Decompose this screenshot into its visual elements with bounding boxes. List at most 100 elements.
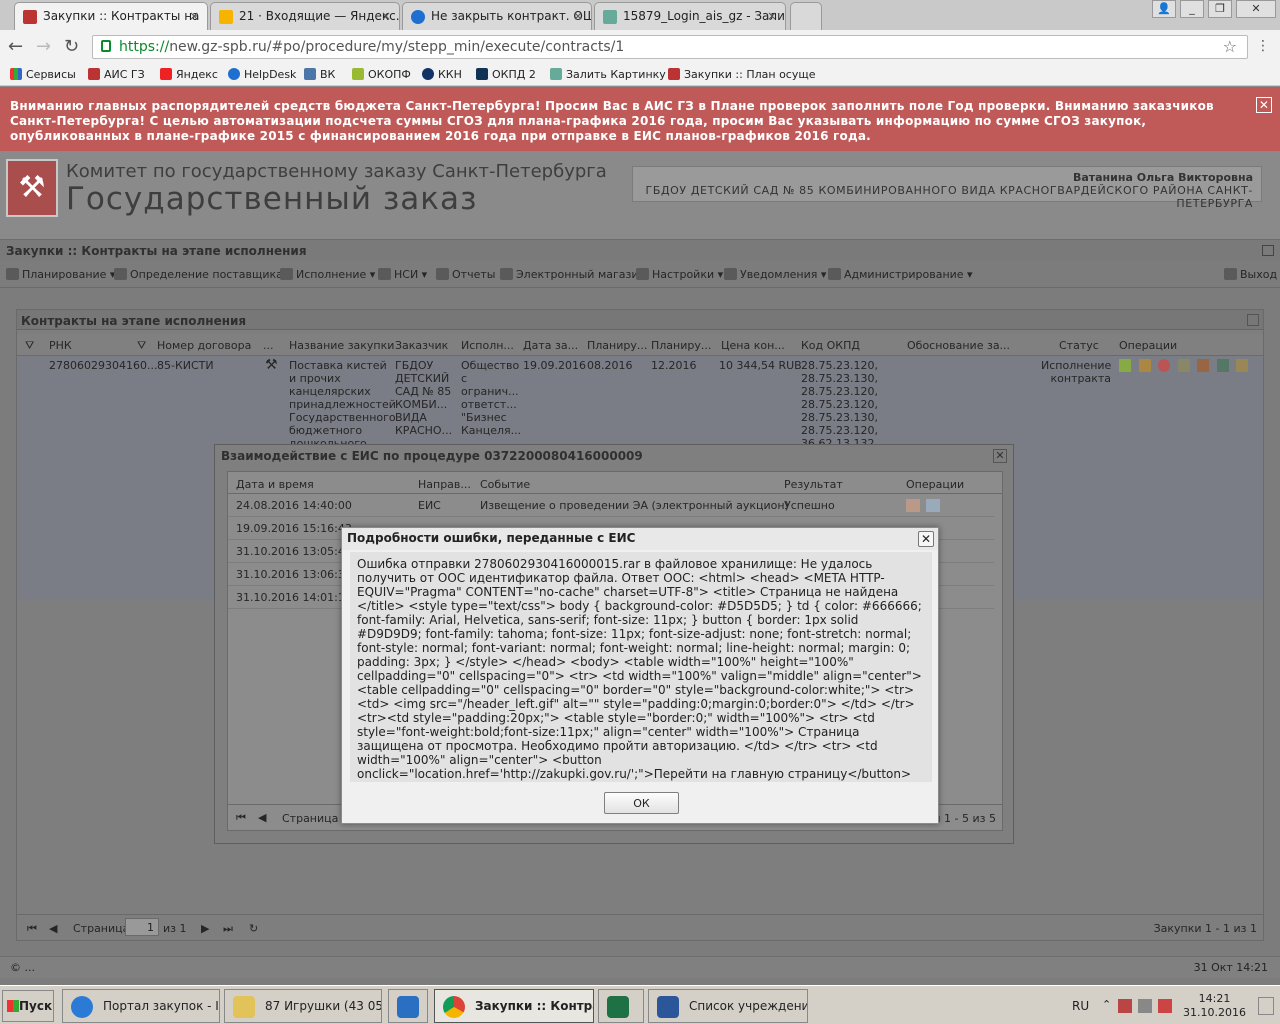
taskbar-item-player[interactable] — [388, 989, 428, 1023]
taskbar-item-chrome[interactable]: Закупки :: Контра... — [434, 989, 594, 1023]
tab-login[interactable]: 15879_Login_ais_gz - Зали × — [594, 2, 786, 30]
close-icon[interactable]: × — [189, 9, 199, 23]
forward-icon[interactable]: → — [36, 36, 51, 57]
archive-icon[interactable] — [1236, 359, 1248, 372]
table-row[interactable]: 24.08.2016 14:40:00 ЕИС Извещение о пров… — [228, 494, 994, 517]
folder-icon — [233, 996, 255, 1018]
star-icon[interactable]: ☆ — [1223, 37, 1237, 56]
column-header[interactable]: Статус — [1059, 339, 1099, 352]
prev-page-icon[interactable]: ◀ — [49, 922, 57, 935]
sign-icon[interactable] — [1177, 359, 1190, 372]
minimize-icon[interactable] — [1262, 245, 1274, 256]
menu-execution[interactable]: Исполнение ▾ — [280, 268, 375, 281]
column-header[interactable]: Дата за... — [523, 339, 578, 352]
show-desktop-button[interactable] — [1258, 997, 1274, 1015]
close-icon[interactable]: ✕ — [993, 449, 1007, 463]
menu-nsi[interactable]: НСИ ▾ — [378, 268, 427, 281]
bookmark-upload-image[interactable]: Залить Картинку — [550, 68, 666, 81]
menu-reports[interactable]: Отчеты — [436, 268, 495, 281]
gear-icon[interactable] — [1216, 359, 1229, 372]
prev-page-icon[interactable]: ◀ — [258, 811, 266, 824]
procedure-icon[interactable]: ⚒ — [265, 358, 278, 372]
close-icon[interactable]: × — [767, 9, 777, 23]
taskbar-item-word[interactable]: Список учреждений... — [648, 989, 808, 1023]
volume-icon[interactable] — [1158, 999, 1172, 1013]
next-page-icon[interactable]: ▶ — [201, 922, 209, 935]
tab-yandex-mail[interactable]: 21 · Входящие — Яндекс.П × — [210, 2, 400, 30]
menu-eshop[interactable]: Электронный магазин — [500, 268, 646, 281]
bookmark-okpd2[interactable]: ОКПД 2 — [476, 68, 536, 81]
back-icon[interactable]: ← — [8, 36, 23, 57]
tab-zakupki[interactable]: Закупки :: Контракты на × — [14, 2, 208, 30]
taskbar-item-excel[interactable] — [598, 989, 644, 1023]
bookmark-yandex[interactable]: Яндекс — [160, 68, 218, 81]
menu-admin[interactable]: Администрирование ▾ — [828, 268, 973, 281]
logout-button[interactable]: Выход — [1224, 268, 1277, 281]
restore-button[interactable]: ❐ — [1208, 0, 1232, 18]
address-bar[interactable]: https://new.gz-spb.ru/#po/procedure/my/s… — [92, 35, 1248, 59]
column-header[interactable]: РНК — [49, 339, 72, 352]
bookmark-okopf[interactable]: ОКОПФ — [352, 68, 411, 81]
column-header[interactable]: Исполн... — [461, 339, 514, 352]
package-icon[interactable] — [906, 499, 920, 512]
ok-button[interactable]: ОК — [604, 792, 679, 814]
table-row[interactable]: 27806029304160... 85-КИСТИ ⚒ Поставка ки… — [17, 356, 1263, 444]
column-header[interactable]: Код ОКПД — [801, 339, 860, 352]
document-icon[interactable] — [1119, 359, 1131, 372]
column-header[interactable]: Номер договора — [157, 339, 251, 352]
reload-icon[interactable]: ↻ — [64, 36, 79, 57]
taskbar-item-ie[interactable]: Портал закупок - In... — [62, 989, 220, 1023]
close-icon[interactable]: ✕ — [918, 531, 934, 547]
column-header[interactable]: Цена кон... — [721, 339, 785, 352]
bookmark-services[interactable]: Сервисы — [10, 68, 76, 81]
close-window-button[interactable]: ✕ — [1236, 0, 1276, 18]
tray-app-icon[interactable] — [1138, 999, 1152, 1013]
url-text[interactable]: https://new.gz-spb.ru/#po/procedure/my/s… — [119, 39, 624, 55]
tab-help[interactable]: Не закрыть контракт. ОШ × — [402, 2, 592, 30]
filter-icon[interactable]: ⛛ — [137, 339, 146, 353]
menu-settings[interactable]: Настройки ▾ — [636, 268, 723, 281]
bookmark-vk[interactable]: ВК — [304, 68, 335, 81]
menu-notifications[interactable]: Уведомления ▾ — [724, 268, 826, 281]
system-tray: RU ⌃ 14:21 31.10.2016 — [1066, 989, 1276, 1023]
last-page-icon[interactable]: ⏭ — [223, 922, 233, 936]
close-icon[interactable]: × — [381, 9, 391, 23]
network-icon[interactable] — [1118, 999, 1132, 1013]
bookmark-ais[interactable]: АИС ГЗ — [88, 68, 145, 81]
menu-supplier[interactable]: Определение поставщика ▾ — [114, 268, 292, 281]
column-header[interactable]: Планиру... — [587, 339, 647, 352]
filter-clear-icon[interactable]: ⛛ — [25, 339, 34, 353]
profile-icon[interactable]: 👤 — [1152, 0, 1176, 18]
new-tab-button[interactable] — [790, 2, 822, 30]
emblem-icon[interactable] — [1197, 359, 1209, 372]
bookmark-kkn[interactable]: ККН — [422, 68, 462, 81]
menu-icon[interactable]: ⋮ — [1256, 38, 1270, 54]
start-button[interactable]: Пуск — [2, 990, 54, 1022]
stop-icon[interactable] — [1158, 359, 1170, 372]
refresh-icon[interactable] — [1247, 314, 1259, 326]
clock[interactable]: 14:21 31.10.2016 — [1183, 992, 1246, 1020]
mail-icon — [219, 10, 233, 24]
menu-planning[interactable]: Планирование ▾ — [6, 268, 115, 281]
column-header[interactable]: Название закупки — [289, 339, 394, 352]
org-name: Комитет по государственному заказу Санкт… — [66, 161, 607, 182]
column-header[interactable]: Обоснование за... — [907, 339, 1010, 352]
column-header[interactable]: Операции — [1119, 339, 1177, 352]
document-icon[interactable] — [926, 499, 940, 512]
first-page-icon[interactable]: ⏮ — [27, 922, 37, 936]
edit-icon[interactable] — [1138, 359, 1151, 372]
close-icon[interactable]: × — [573, 9, 583, 23]
refresh-icon[interactable]: ↻ — [249, 922, 258, 935]
first-page-icon[interactable]: ⏮ — [236, 811, 246, 825]
column-header[interactable]: Планиру... — [651, 339, 711, 352]
column-header[interactable]: ... — [263, 339, 274, 352]
tray-expand-icon[interactable]: ⌃ — [1102, 998, 1111, 1011]
taskbar-item-folder[interactable]: 87 Игрушки (43 057,... — [224, 989, 382, 1023]
bookmark-plan[interactable]: Закупки :: План осуще — [668, 68, 815, 81]
page-input[interactable]: 1 — [125, 918, 159, 936]
close-icon[interactable]: ✕ — [1256, 97, 1272, 113]
column-header[interactable]: Заказчик — [395, 339, 448, 352]
language-indicator[interactable]: RU — [1072, 999, 1089, 1013]
bookmark-helpdesk[interactable]: HelpDesk — [228, 68, 296, 81]
minimize-button[interactable]: _ — [1180, 0, 1204, 18]
